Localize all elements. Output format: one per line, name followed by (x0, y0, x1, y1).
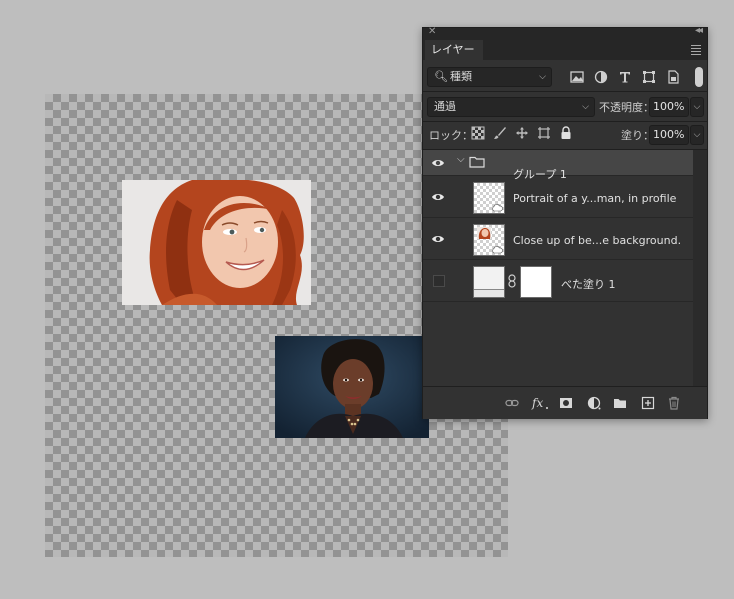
filter-toggle[interactable] (695, 67, 703, 87)
chevron-down-icon: ⌵ (582, 102, 589, 112)
layer-row[interactable]: Portrait of a y...man, in profile (423, 176, 693, 218)
blend-mode-select[interactable]: 通過 ⌵ (427, 97, 595, 117)
panel-titlebar: ✕ ◂◂ (423, 25, 707, 40)
chevron-down-icon[interactable]: ⌵ (457, 154, 465, 165)
visibility-toggle[interactable] (423, 176, 453, 217)
layer-thumbnail (473, 182, 505, 214)
close-icon[interactable]: ✕ (428, 26, 436, 37)
lock-all-icon[interactable] (559, 126, 573, 140)
lock-transparent-pixels-icon[interactable] (471, 126, 485, 140)
type-layer-filter-icon[interactable] (617, 69, 633, 85)
lock-image-pixels-icon[interactable] (493, 126, 507, 140)
eye-icon (432, 236, 444, 242)
fx-icon[interactable]: fx (531, 396, 549, 410)
chevron-down-icon: ⌵ (539, 72, 546, 82)
portrait-woman-dark-background-image (275, 336, 429, 438)
search-icon: 🔍︎ (434, 70, 448, 83)
fill-input[interactable]: 100% (649, 125, 689, 145)
smart-object-filter-icon[interactable] (665, 69, 681, 85)
layer-thumbnail (473, 224, 505, 256)
adjustment-layer-filter-icon[interactable] (593, 69, 609, 85)
add-mask-icon[interactable] (559, 396, 573, 410)
kind-filter-select[interactable]: 🔍︎ 種類 ⌵ (427, 67, 552, 87)
opacity-input[interactable]: 100% (649, 97, 689, 117)
visibility-toggle[interactable] (423, 218, 453, 259)
lock-position-icon[interactable] (515, 126, 529, 140)
layer-name: Portrait of a y...man, in profile (513, 192, 677, 205)
folder-icon (469, 156, 485, 168)
opacity-label: 不透明度： (599, 101, 654, 114)
layers-list: ⌵ グループ 1 Portrait of a y...man, in profi… (423, 150, 693, 386)
divider (423, 121, 707, 122)
smart-object-badge-icon (492, 204, 503, 212)
chain-link-icon[interactable] (508, 274, 516, 288)
new-layer-icon[interactable] (641, 396, 655, 410)
opacity-dropdown-button[interactable]: ⌵ (690, 97, 704, 117)
kind-filter-label: 種類 (450, 70, 472, 83)
portrait-redhead-image (122, 180, 311, 305)
panel-tabbar: レイヤー (423, 40, 707, 60)
collapse-panel-icon[interactable]: ◂◂ (695, 25, 703, 36)
fill-dropdown-button[interactable]: ⌵ (690, 125, 704, 145)
divider (423, 91, 707, 92)
blend-mode-label: 通過 (434, 100, 456, 113)
new-adjustment-layer-icon[interactable] (587, 396, 601, 410)
panel-footer: fx (423, 386, 707, 419)
pixel-layer-filter-icon[interactable] (569, 69, 585, 85)
layer-row-group[interactable]: ⌵ グループ 1 (423, 150, 693, 181)
hidden-visibility-box (433, 275, 445, 287)
lock-artboard-icon[interactable] (537, 126, 551, 140)
layer-row[interactable]: べた塗り 1 (423, 260, 693, 302)
panel-menu-icon[interactable] (691, 45, 701, 57)
fill-layer-thumbnail (473, 266, 505, 298)
eye-icon (432, 194, 444, 200)
layer-row[interactable]: Close up of be...e background. (423, 218, 693, 260)
tab-layers[interactable]: レイヤー (425, 40, 483, 60)
lock-label: ロック： (429, 129, 473, 142)
eye-icon (432, 160, 444, 166)
layer-name: べた塗り 1 (561, 278, 616, 291)
link-layers-icon[interactable] (505, 396, 519, 410)
layer-mask-thumbnail[interactable] (520, 266, 552, 298)
thumbnail-photo (477, 227, 491, 239)
delete-layer-icon[interactable] (667, 396, 681, 410)
svg-text:fx: fx (531, 396, 543, 410)
layers-panel: ✕ ◂◂ レイヤー 🔍︎ 種類 ⌵ 通過 ⌵ 不透明度： 100% ⌵ ロック：… (422, 25, 708, 419)
shape-layer-filter-icon[interactable] (641, 69, 657, 85)
smart-object-badge-icon (492, 246, 503, 254)
layer-name: Close up of be...e background. (513, 234, 682, 247)
new-group-folder-icon[interactable] (613, 396, 627, 410)
layers-scrollbar[interactable] (693, 150, 707, 386)
visibility-toggle[interactable] (423, 260, 453, 301)
filter-row: 🔍︎ 種類 ⌵ (423, 64, 707, 90)
visibility-toggle[interactable] (423, 150, 453, 175)
